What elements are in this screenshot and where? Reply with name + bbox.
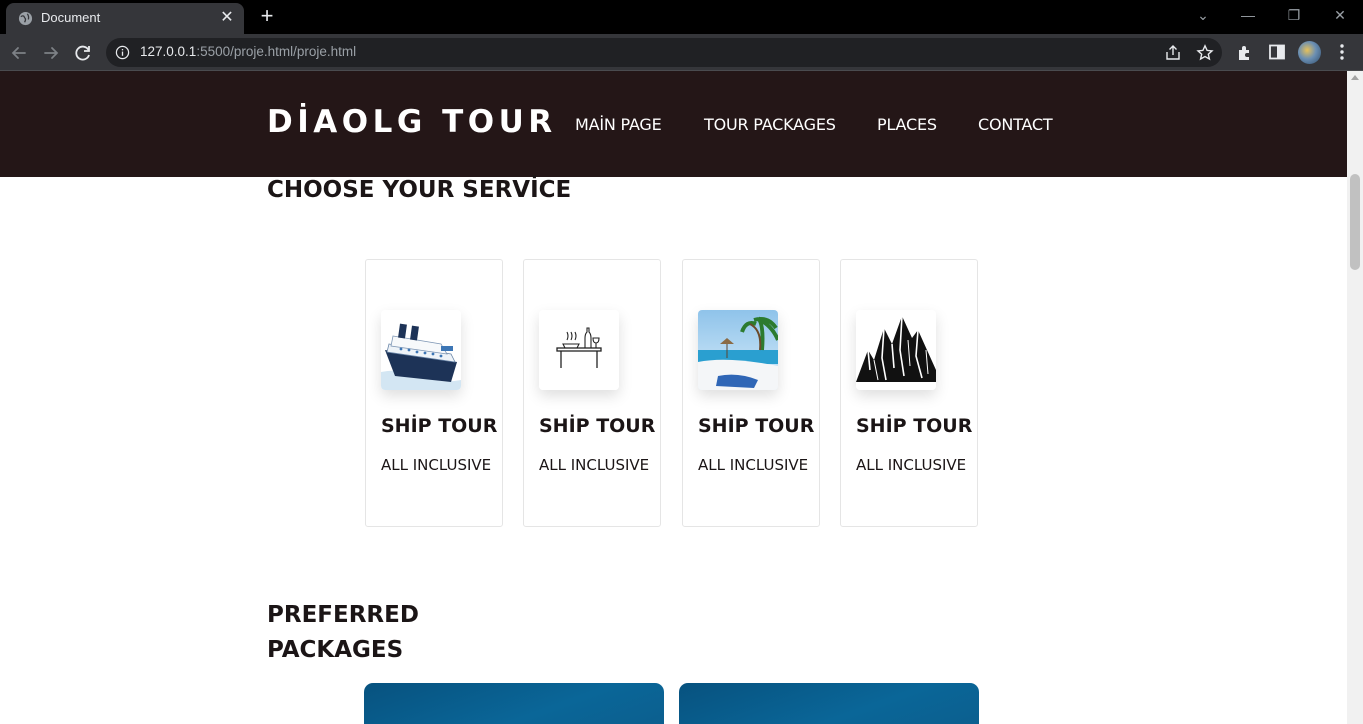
service-card-subtitle: ALL INCLUSIVE bbox=[381, 456, 492, 474]
service-card[interactable]: SHİP TOUR ALL INCLUSIVE bbox=[523, 259, 661, 527]
mountains-icon bbox=[856, 310, 936, 390]
restore-button[interactable]: ❐ bbox=[1271, 4, 1317, 28]
profile-avatar[interactable] bbox=[1298, 41, 1321, 64]
service-card-title: SHİP TOUR bbox=[539, 415, 656, 437]
share-icon[interactable] bbox=[1163, 43, 1183, 63]
service-card-title: SHİP TOUR bbox=[381, 415, 498, 437]
page-viewport: DİAOLG TOUR MAİN PAGE TOUR PACKAGES PLAC… bbox=[0, 71, 1363, 724]
cruise-ship-image bbox=[381, 310, 461, 390]
close-window-button[interactable]: ✕ bbox=[1317, 4, 1363, 28]
service-card-subtitle: ALL INCLUSIVE bbox=[539, 456, 650, 474]
browser-toolbar: 127.0.0.1:5500/proje.html/proje.html bbox=[0, 34, 1363, 71]
browser-tab-strip: Document ✕ + ⌄ — ❐ ✕ bbox=[0, 0, 1363, 34]
site-info-icon[interactable] bbox=[115, 45, 130, 60]
dining-table-icon bbox=[539, 310, 619, 390]
nav-tour-packages[interactable]: TOUR PACKAGES bbox=[704, 115, 836, 134]
url-host: 127.0.0.1 bbox=[140, 44, 197, 59]
service-card[interactable]: SHİP TOUR ALL INCLUSIVE bbox=[365, 259, 503, 527]
browser-tab[interactable]: Document ✕ bbox=[6, 3, 244, 34]
packages-title: PREFERRED PACKAGES bbox=[267, 602, 419, 663]
scroll-up-arrow-icon[interactable] bbox=[1351, 75, 1359, 80]
extensions-icon[interactable] bbox=[1235, 42, 1255, 62]
scrollbar-thumb[interactable] bbox=[1350, 174, 1360, 270]
url-path: :5500/proje.html/proje.html bbox=[196, 44, 357, 59]
service-card[interactable]: SHİP TOUR ALL INCLUSIVE bbox=[840, 259, 978, 527]
service-card[interactable]: SHİP TOUR ALL INCLUSIVE bbox=[682, 259, 820, 527]
back-icon[interactable] bbox=[6, 40, 32, 66]
package-card[interactable] bbox=[679, 683, 979, 724]
service-card-subtitle: ALL INCLUSIVE bbox=[856, 456, 967, 474]
service-card-subtitle: ALL INCLUSIVE bbox=[698, 456, 809, 474]
package-card[interactable] bbox=[364, 683, 664, 724]
tab-title: Document bbox=[41, 10, 101, 25]
url-text[interactable]: 127.0.0.1:5500/proje.html/proje.html bbox=[140, 44, 356, 59]
new-tab-button[interactable]: + bbox=[256, 5, 278, 28]
minimize-button[interactable]: — bbox=[1225, 4, 1271, 28]
service-card-title: SHİP TOUR bbox=[856, 415, 973, 437]
address-bar[interactable]: 127.0.0.1:5500/proje.html/proje.html bbox=[106, 38, 1222, 67]
tab-search-icon[interactable]: ⌄ bbox=[1180, 4, 1226, 28]
forward-icon[interactable] bbox=[38, 40, 64, 66]
tab-close-icon[interactable]: ✕ bbox=[218, 9, 236, 27]
nav-places[interactable]: PLACES bbox=[877, 115, 937, 134]
globe-icon bbox=[18, 11, 33, 26]
service-card-title: SHİP TOUR bbox=[698, 415, 815, 437]
site-logo[interactable]: DİAOLG TOUR bbox=[267, 104, 557, 140]
page-scrollbar[interactable] bbox=[1347, 71, 1363, 724]
nav-contact[interactable]: CONTACT bbox=[978, 115, 1053, 134]
services-title: CHOOSE YOUR SERVİCE bbox=[267, 177, 572, 203]
site-header: DİAOLG TOUR MAİN PAGE TOUR PACKAGES PLAC… bbox=[0, 71, 1347, 177]
side-panel-icon[interactable] bbox=[1267, 42, 1287, 62]
bookmark-star-icon[interactable] bbox=[1195, 43, 1215, 63]
beach-image bbox=[698, 310, 778, 390]
nav-main-page[interactable]: MAİN PAGE bbox=[575, 115, 662, 134]
menu-kebab-icon[interactable] bbox=[1332, 42, 1352, 62]
reload-icon[interactable] bbox=[70, 40, 96, 66]
